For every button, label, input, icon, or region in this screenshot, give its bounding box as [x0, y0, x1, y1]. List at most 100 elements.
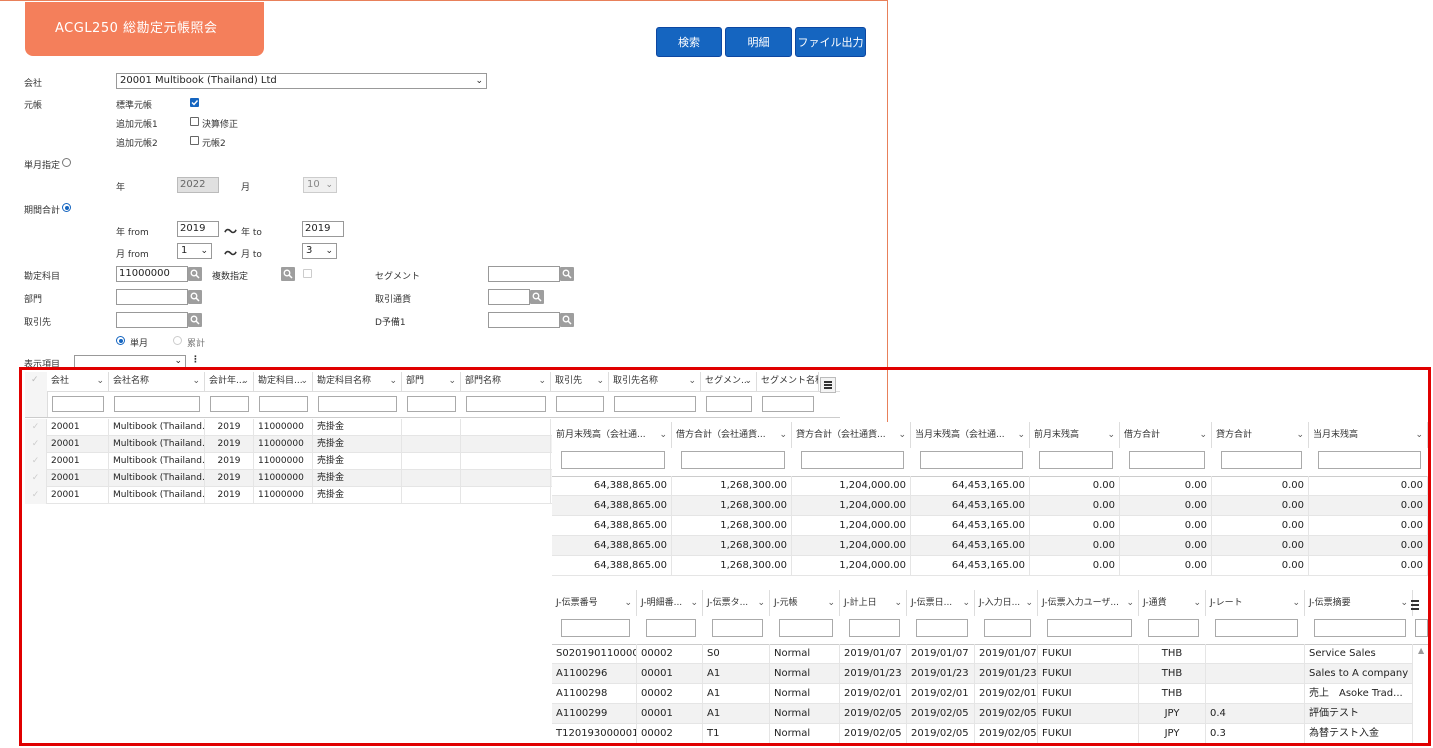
year-to-input[interactable]: 2019: [302, 221, 344, 237]
column-header[interactable]: 会社 ⌄: [47, 372, 109, 391]
chevron-down-icon[interactable]: ⌄: [1199, 422, 1207, 448]
more-icon[interactable]: ⋮: [191, 355, 200, 365]
column-filter-input[interactable]: [920, 451, 1023, 469]
column-header[interactable]: 貸方合計（会社通貨... ⌄: [792, 422, 911, 448]
chevron-down-icon[interactable]: ⌄: [827, 590, 835, 616]
grid-menu-icon[interactable]: [820, 377, 836, 393]
search-icon[interactable]: [281, 267, 295, 281]
column-header[interactable]: セグメント名称: [757, 372, 819, 391]
column-header[interactable]: J-計上日 ⌄: [840, 590, 907, 616]
chevron-down-icon[interactable]: ⌄: [962, 590, 970, 616]
table-row[interactable]: A1100296 00001 A1 Normal 2019/01/23 2019/01/2…: [552, 664, 1413, 684]
column-filter-input[interactable]: [801, 451, 904, 469]
column-header[interactable]: 会計年... ⌄: [205, 372, 254, 391]
month-select[interactable]: 10 ⌄: [303, 177, 337, 193]
chevron-down-icon[interactable]: ⌄: [688, 372, 696, 391]
search-icon[interactable]: [188, 290, 202, 304]
column-filter-input[interactable]: [561, 619, 630, 637]
table-row[interactable]: 64,388,865.00 1,268,300.00 1,204,000.00 64,…: [552, 556, 1428, 576]
column-filter-input[interactable]: [1148, 619, 1199, 637]
column-header[interactable]: 取引先名称 ⌄: [609, 372, 701, 391]
chevron-down-icon[interactable]: ⌄: [448, 372, 456, 391]
chevron-down-icon[interactable]: ⌄: [1415, 422, 1423, 448]
column-header[interactable]: 借方合計 ⌄: [1120, 422, 1212, 448]
column-header[interactable]: 当月末残高（会社通... ⌄: [911, 422, 1030, 448]
table-row[interactable]: 64,388,865.00 1,268,300.00 1,204,000.00 64,…: [552, 476, 1428, 496]
column-filter-input[interactable]: [1318, 451, 1421, 469]
row-select-cell[interactable]: ✓: [25, 470, 47, 487]
column-header[interactable]: J-伝票番号 ⌄: [552, 590, 637, 616]
column-filter-input[interactable]: [706, 396, 752, 412]
chevron-down-icon[interactable]: ⌄: [1193, 590, 1201, 616]
column-header[interactable]: 前月末残高（会社通... ⌄: [552, 422, 672, 448]
search-icon[interactable]: [530, 290, 544, 304]
scroll-up-icon[interactable]: ▲: [1418, 646, 1424, 655]
column-header[interactable]: 勘定科目名称 ⌄: [313, 372, 402, 391]
detail-button[interactable]: 明細: [725, 27, 792, 57]
column-filter-input[interactable]: [407, 396, 456, 412]
column-header[interactable]: J-伝票タ... ⌄: [703, 590, 770, 616]
column-filter-input[interactable]: [1314, 619, 1406, 637]
chevron-down-icon[interactable]: ⌄: [1107, 422, 1115, 448]
column-filter-input[interactable]: [259, 396, 308, 412]
table-row[interactable]: 64,388,865.00 1,268,300.00 1,204,000.00 64,…: [552, 496, 1428, 516]
column-filter-input[interactable]: [1221, 451, 1302, 469]
ledger2-checkbox[interactable]: [190, 136, 199, 145]
column-filter-input[interactable]: [762, 396, 814, 412]
column-header[interactable]: 前月末残高 ⌄: [1030, 422, 1120, 448]
chevron-down-icon[interactable]: ⌄: [192, 372, 200, 391]
chevron-down-icon[interactable]: ⌄: [624, 590, 632, 616]
column-filter-input[interactable]: [1129, 451, 1205, 469]
ledger-standard-checkbox[interactable]: [190, 98, 199, 107]
column-header[interactable]: 部門名称 ⌄: [461, 372, 551, 391]
month-to-select[interactable]: 3 ⌄: [302, 243, 337, 259]
column-filter-input[interactable]: [1039, 451, 1113, 469]
search-icon[interactable]: [560, 313, 574, 327]
row-select-cell[interactable]: ✓: [25, 436, 47, 453]
chevron-down-icon[interactable]: ⌄: [659, 422, 667, 448]
column-header[interactable]: J-明細番... ⌄: [637, 590, 703, 616]
multi-checkbox[interactable]: [303, 269, 312, 278]
chevron-down-icon[interactable]: ⌄: [389, 372, 397, 391]
column-filter-input[interactable]: [466, 396, 546, 412]
chevron-down-icon[interactable]: ⌄: [1400, 590, 1408, 616]
column-filter-input[interactable]: [984, 619, 1031, 637]
table-row[interactable]: ✓ 20001 Multibook (Thailand... 2019 11000000…: [25, 436, 553, 453]
month-from-select[interactable]: 1 ⌄: [177, 243, 212, 259]
row-select-cell[interactable]: ✓: [25, 453, 47, 470]
column-filter-input[interactable]: [916, 619, 968, 637]
chevron-down-icon[interactable]: ⌄: [1296, 422, 1304, 448]
column-header[interactable]: J-伝票日... ⌄: [907, 590, 975, 616]
currency-input[interactable]: [488, 289, 530, 305]
chevron-down-icon[interactable]: ⌄: [538, 372, 546, 391]
column-header[interactable]: J-伝票入力ユーザ... ⌄: [1038, 590, 1139, 616]
grid-menu-icon[interactable]: [1408, 597, 1422, 611]
column-header[interactable]: 会社名称 ⌄: [109, 372, 205, 391]
chevron-down-icon[interactable]: ⌄: [1292, 590, 1300, 616]
chevron-down-icon[interactable]: ⌄: [596, 372, 604, 391]
table-row[interactable]: S020190110000 00002 S0 Normal 2019/01/07 2019…: [552, 644, 1413, 664]
table-row[interactable]: A1100299 00001 A1 Normal 2019/02/05 2019/02/0…: [552, 704, 1413, 724]
single-radio[interactable]: [116, 336, 125, 345]
column-filter-input[interactable]: [210, 396, 249, 412]
column-header[interactable]: 当月末残高 ⌄: [1309, 422, 1428, 448]
column-filter-input[interactable]: [1215, 619, 1298, 637]
year-from-input[interactable]: 2019: [177, 221, 219, 237]
chevron-down-icon[interactable]: ⌄: [96, 372, 104, 391]
partner-input[interactable]: [116, 312, 188, 328]
column-filter-input[interactable]: [614, 396, 696, 412]
segment-input[interactable]: [488, 266, 560, 282]
year-input[interactable]: 2022: [177, 177, 219, 193]
column-header[interactable]: 借方合計（会社通貨... ⌄: [672, 422, 792, 448]
column-filter-input[interactable]: [1047, 619, 1132, 637]
table-row[interactable]: 64,388,865.00 1,268,300.00 1,204,000.00 64,…: [552, 516, 1428, 536]
table-row[interactable]: ✓ 20001 Multibook (Thailand... 2019 11000000…: [25, 453, 553, 470]
search-icon[interactable]: [188, 313, 202, 327]
chevron-down-icon[interactable]: ⌄: [757, 590, 765, 616]
chevron-down-icon[interactable]: ⌄: [690, 590, 698, 616]
single-month-radio[interactable]: [62, 158, 71, 167]
column-filter-input[interactable]: [1415, 619, 1428, 637]
search-icon[interactable]: [560, 267, 574, 281]
row-select-cell[interactable]: ✓: [25, 487, 47, 504]
column-filter-input[interactable]: [712, 619, 763, 637]
